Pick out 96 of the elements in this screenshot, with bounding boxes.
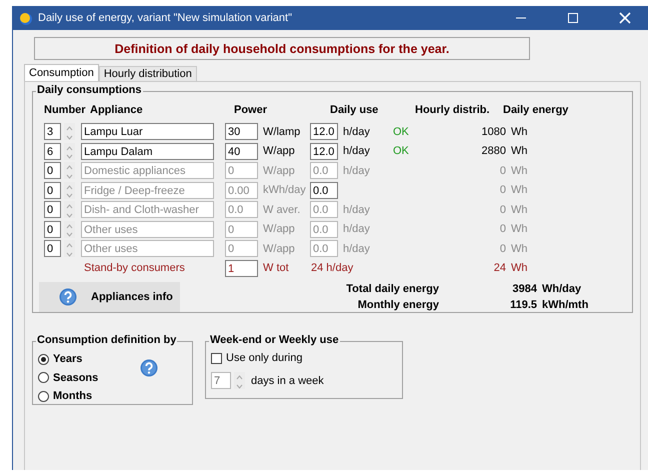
daily-use-label: 24 h/day xyxy=(310,262,354,274)
daily-use-field[interactable]: 12.0 xyxy=(310,142,338,160)
unit-label: Wh xyxy=(510,164,528,177)
group-title: Week-end or Weekly use xyxy=(209,334,340,346)
energy-value: 1080 xyxy=(480,126,506,138)
unit-label: W/app xyxy=(262,223,296,236)
energy-value: 0 xyxy=(498,164,506,177)
up-caret-icon xyxy=(64,241,75,250)
unit-label: Wh xyxy=(510,184,528,196)
status-label: OK xyxy=(392,126,410,138)
group-title: Consumption definition by xyxy=(36,334,178,346)
down-caret-icon xyxy=(64,152,75,160)
unit-label: Wh xyxy=(510,223,528,236)
spin-button[interactable] xyxy=(64,220,75,238)
radio-option[interactable]: Seasons xyxy=(38,368,98,387)
unit-label: W/lamp xyxy=(262,126,302,138)
spin-button[interactable] xyxy=(234,372,245,389)
heading-banner: Definition of daily household consumptions for the year. xyxy=(34,37,530,60)
unit-label: h/day xyxy=(342,204,371,216)
unit-label: h/day xyxy=(342,242,371,255)
power-field[interactable]: 1 xyxy=(225,260,258,277)
tab[interactable]: Hourly distribution xyxy=(98,66,197,81)
unit-label: W/app xyxy=(262,145,296,158)
unit-label: W/app xyxy=(262,164,296,177)
unit-label: Wh xyxy=(510,126,528,138)
total-value: 3984 xyxy=(512,283,537,295)
close-icon xyxy=(619,12,631,24)
energy-value: 0 xyxy=(498,204,506,216)
unit-label: Wh xyxy=(510,204,528,216)
unit-label: h/day xyxy=(342,145,371,158)
radio-option[interactable]: Years xyxy=(38,350,98,368)
up-caret-icon xyxy=(234,373,245,381)
total-label: Monthly energy xyxy=(356,299,439,311)
column-header: Number xyxy=(44,104,86,116)
unit-label: W aver. xyxy=(262,204,302,216)
group-title: Daily consumptions xyxy=(36,84,143,96)
up-caret-icon xyxy=(64,163,75,172)
number-field[interactable]: 6 xyxy=(44,142,61,160)
spin-button[interactable] xyxy=(64,142,75,160)
spin-button[interactable] xyxy=(64,182,75,199)
unit-label: Wh xyxy=(510,145,528,158)
window-title: Daily use of energy, variant "New simulation variant" xyxy=(38,12,293,24)
up-caret-icon xyxy=(64,222,75,230)
unit-label: kWh/mth xyxy=(541,299,590,311)
spin-button[interactable] xyxy=(64,123,75,140)
radio-option[interactable]: Months xyxy=(38,387,98,406)
column-header: Daily energy xyxy=(503,104,568,116)
unit-label: h/day xyxy=(342,126,371,138)
total-label: Total daily energy xyxy=(345,283,439,295)
radio-button[interactable] xyxy=(38,390,49,402)
checkbox-option[interactable]: Use only during xyxy=(211,351,396,365)
up-caret-icon xyxy=(64,124,75,132)
power-field[interactable]: 30 xyxy=(225,123,258,140)
down-caret-icon xyxy=(64,191,75,200)
help-icon xyxy=(140,359,158,377)
tab[interactable]: Consumption xyxy=(24,64,99,81)
column-header: Power xyxy=(234,104,268,116)
power-field[interactable]: 40 xyxy=(225,142,258,160)
column-header: Hourly distrib. xyxy=(415,104,490,116)
up-caret-icon xyxy=(64,202,75,210)
appliances-info-button[interactable]: Appliances info xyxy=(39,282,180,312)
unit-label: h/day xyxy=(342,164,371,177)
status-label: OK xyxy=(392,145,410,158)
spin-button[interactable] xyxy=(64,240,75,258)
appliance-field[interactable]: Lampu Dalam xyxy=(81,142,214,160)
down-caret-icon xyxy=(64,230,75,238)
radio-button[interactable] xyxy=(38,372,49,384)
energy-value: 0 xyxy=(498,242,506,255)
column-header: Daily use xyxy=(330,104,378,116)
unit-label: kWh/day xyxy=(262,184,307,196)
app-logo-icon xyxy=(19,12,32,24)
energy-value: 0 xyxy=(498,223,506,236)
up-caret-icon xyxy=(64,144,75,152)
up-caret-icon xyxy=(64,182,75,191)
unit-label: Wh xyxy=(510,242,528,255)
energy-value: 2880 xyxy=(480,145,506,158)
days-label: days in a week xyxy=(251,374,324,386)
energy-value: 24 xyxy=(492,262,506,274)
unit-label: Wh xyxy=(510,262,528,274)
energy-value: 0 xyxy=(498,184,506,196)
unit-label: W tot xyxy=(262,262,290,274)
number-field[interactable]: 3 xyxy=(44,123,61,140)
spin-button[interactable] xyxy=(64,162,75,180)
maximize-icon xyxy=(568,13,578,23)
unit-label: h/day xyxy=(342,223,371,236)
daily-use-field[interactable]: 12.0 xyxy=(310,123,338,140)
column-header: Appliance xyxy=(90,104,143,116)
help-icon xyxy=(59,288,77,306)
standby-label: Stand-by consumers xyxy=(83,262,186,274)
unit-label: Wh/day xyxy=(541,283,582,295)
radio-button[interactable] xyxy=(38,354,49,365)
appliance-field[interactable]: Lampu Luar xyxy=(81,123,214,140)
total-value: 119.5 xyxy=(509,299,537,311)
spin-button[interactable] xyxy=(64,201,75,218)
unit-label: W/app xyxy=(262,242,296,255)
checkbox[interactable] xyxy=(211,352,222,364)
